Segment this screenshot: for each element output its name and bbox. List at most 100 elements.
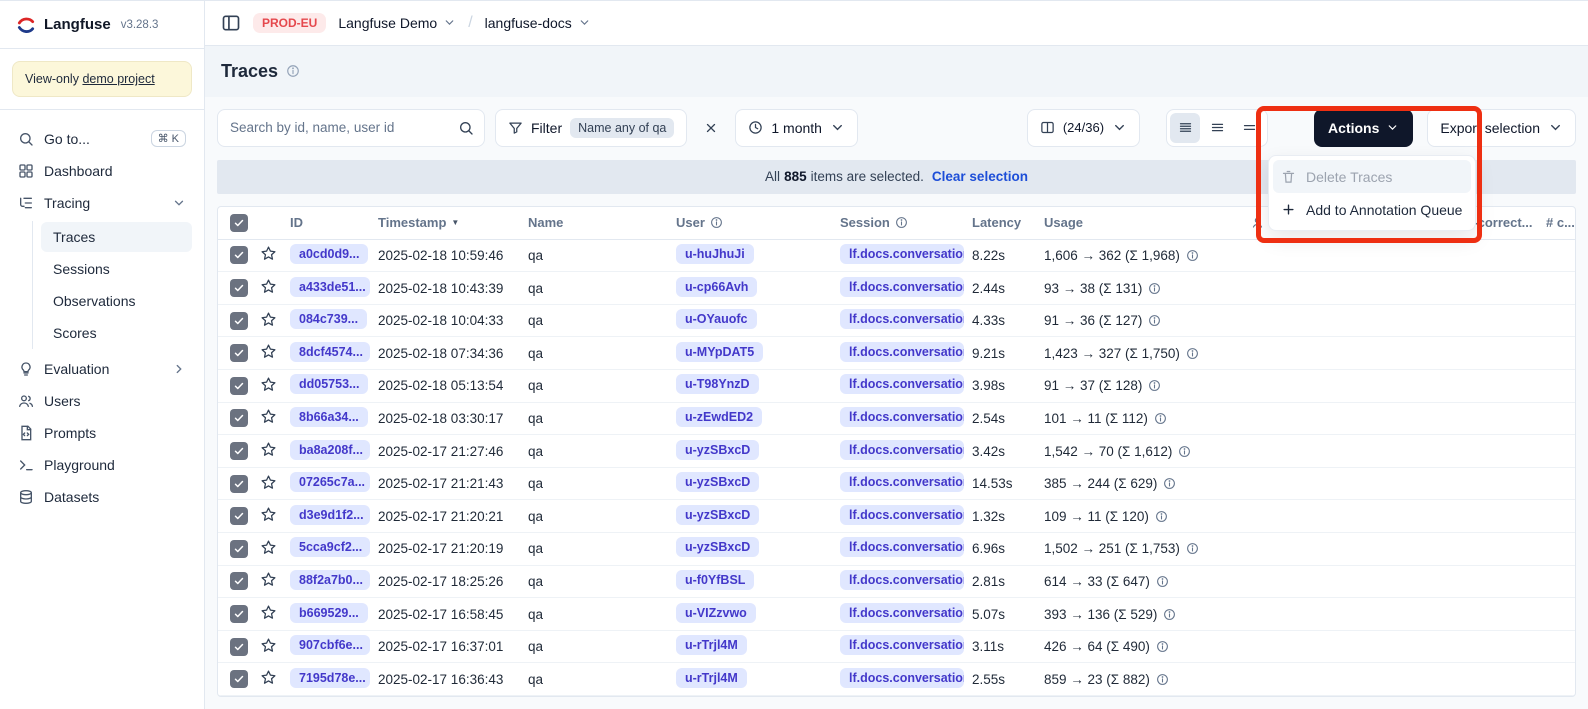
user-badge[interactable]: u-T98YnzD <box>676 374 759 394</box>
time-range-button[interactable]: 1 month <box>735 109 858 147</box>
sidebar-toggle-icon[interactable] <box>221 13 241 33</box>
trace-id-badge[interactable]: dd05753... <box>290 374 368 394</box>
demo-project-link[interactable]: demo project <box>82 72 154 86</box>
row-height-medium-button[interactable] <box>1202 113 1232 143</box>
session-badge[interactable]: lf.docs.conversation... <box>840 505 964 525</box>
menu-item-add-to-annotation-queue[interactable]: Add to Annotation Queue <box>1273 193 1471 226</box>
star-icon[interactable] <box>260 408 277 425</box>
row-checkbox[interactable] <box>230 442 248 460</box>
session-badge[interactable]: lf.docs.conversation... <box>840 407 964 427</box>
clear-selection-link[interactable]: Clear selection <box>932 169 1028 184</box>
column-header-id[interactable]: ID <box>290 215 378 230</box>
sidebar-item-datasets[interactable]: Datasets <box>12 481 192 513</box>
user-badge[interactable]: u-VIZzvwo <box>676 603 756 623</box>
row-checkbox[interactable] <box>230 540 248 558</box>
trace-id-badge[interactable]: ba8a208f... <box>290 440 370 460</box>
row-checkbox[interactable] <box>230 377 248 395</box>
user-badge[interactable]: u-rTrjl4M <box>676 635 747 655</box>
sidebar-item-users[interactable]: Users <box>12 385 192 417</box>
export-selection-button[interactable]: Export selection <box>1427 109 1576 147</box>
project-breadcrumb[interactable]: langfuse-docs <box>485 15 591 31</box>
user-badge[interactable]: u-OYauofc <box>676 309 757 329</box>
star-icon[interactable] <box>260 571 277 588</box>
row-checkbox[interactable] <box>230 670 248 688</box>
column-header-session[interactable]: Session <box>840 215 972 230</box>
sidebar-item-traces[interactable]: Traces <box>41 222 192 252</box>
session-badge[interactable]: lf.docs.conversation... <box>840 374 964 394</box>
trace-id-badge[interactable]: 084c739... <box>290 309 367 329</box>
sidebar-item-dashboard[interactable]: Dashboard <box>12 155 192 187</box>
sidebar-item-evaluation[interactable]: Evaluation <box>12 353 192 385</box>
trace-id-badge[interactable]: a0cd0d9... <box>290 244 368 264</box>
session-badge[interactable]: lf.docs.conversation... <box>840 440 964 460</box>
star-icon[interactable] <box>260 376 277 393</box>
row-checkbox[interactable] <box>230 638 248 656</box>
session-badge[interactable]: lf.docs.conversation... <box>840 277 964 297</box>
user-badge[interactable]: u-zEwdED2 <box>676 407 762 427</box>
user-badge[interactable]: u-yzSBxcD <box>676 440 759 460</box>
sidebar-item-playground[interactable]: Playground <box>12 449 192 481</box>
session-badge[interactable]: lf.docs.conversation... <box>840 603 964 623</box>
column-header-name[interactable]: Name <box>528 215 676 230</box>
user-badge[interactable]: u-yzSBxcD <box>676 537 759 557</box>
filter-button[interactable]: Filter Name any of qa <box>495 109 687 147</box>
star-icon[interactable] <box>260 669 277 686</box>
row-checkbox[interactable] <box>230 409 248 427</box>
session-badge[interactable]: lf.docs.conversation... <box>840 342 964 362</box>
row-checkbox[interactable] <box>230 246 248 264</box>
trace-id-badge[interactable]: 07265c7a... <box>290 472 370 492</box>
session-badge[interactable]: lf.docs.conversation... <box>840 635 964 655</box>
column-header-timestamp[interactable]: Timestamp▼ <box>378 215 528 230</box>
session-badge[interactable]: lf.docs.conversation... <box>840 309 964 329</box>
search-input[interactable] <box>218 120 448 135</box>
row-checkbox[interactable] <box>230 507 248 525</box>
star-icon[interactable] <box>260 506 277 523</box>
trace-id-badge[interactable]: 5cca9cf2... <box>290 537 370 557</box>
column-header-latency[interactable]: Latency <box>972 215 1044 230</box>
star-icon[interactable] <box>260 245 277 262</box>
sidebar-item-prompts[interactable]: Prompts <box>12 417 192 449</box>
star-icon[interactable] <box>260 604 277 621</box>
user-badge[interactable]: u-MYpDAT5 <box>676 342 763 362</box>
column-header-user[interactable]: User <box>676 215 840 230</box>
trace-id-badge[interactable]: b669529... <box>290 603 368 623</box>
sidebar-item-scores[interactable]: Scores <box>41 318 192 348</box>
user-badge[interactable]: u-rTrjl4M <box>676 668 747 688</box>
user-badge[interactable]: u-yzSBxcD <box>676 505 759 525</box>
sidebar-item-observations[interactable]: Observations <box>41 286 192 316</box>
star-icon[interactable] <box>260 637 277 654</box>
star-icon[interactable] <box>260 474 277 491</box>
row-height-small-button[interactable] <box>1170 113 1200 143</box>
star-icon[interactable] <box>260 278 277 295</box>
star-icon[interactable] <box>260 441 277 458</box>
session-badge[interactable]: lf.docs.conversation... <box>840 668 964 688</box>
row-checkbox[interactable] <box>230 605 248 623</box>
session-badge[interactable]: lf.docs.conversation... <box>840 537 964 557</box>
trace-id-badge[interactable]: 8dcf4574... <box>290 342 370 362</box>
sidebar-item-tracing[interactable]: Tracing <box>12 187 192 219</box>
search-icon[interactable] <box>448 110 484 146</box>
session-badge[interactable]: lf.docs.conversation... <box>840 472 964 492</box>
clear-filter-button[interactable] <box>697 114 725 142</box>
row-checkbox[interactable] <box>230 312 248 330</box>
user-badge[interactable]: u-cp66Avh <box>676 277 757 297</box>
trace-id-badge[interactable]: 907cbf6e... <box>290 635 370 655</box>
star-icon[interactable] <box>260 539 277 556</box>
session-badge[interactable]: lf.docs.conversation... <box>840 244 964 264</box>
user-badge[interactable]: u-huJhuJi <box>676 244 754 264</box>
column-header-usage[interactable]: Usage <box>1044 215 1251 230</box>
sidebar-item-go-to[interactable]: Go to...⌘ K <box>12 122 192 155</box>
session-badge[interactable]: lf.docs.conversation... <box>840 570 964 590</box>
select-all-checkbox[interactable] <box>230 214 248 232</box>
user-badge[interactable]: u-yzSBxcD <box>676 472 759 492</box>
star-icon[interactable] <box>260 311 277 328</box>
trace-id-badge[interactable]: a433de51... <box>290 277 370 297</box>
trace-id-badge[interactable]: d3e9d1f2... <box>290 505 370 525</box>
column-header-c[interactable]: # c... <box>1546 215 1575 230</box>
actions-button[interactable]: Actions <box>1314 109 1413 147</box>
trace-id-badge[interactable]: 88f2a7b0... <box>290 570 370 590</box>
column-visibility-button[interactable]: (24/36) <box>1027 109 1140 147</box>
star-icon[interactable] <box>260 343 277 360</box>
row-checkbox[interactable] <box>230 572 248 590</box>
row-checkbox[interactable] <box>230 279 248 297</box>
